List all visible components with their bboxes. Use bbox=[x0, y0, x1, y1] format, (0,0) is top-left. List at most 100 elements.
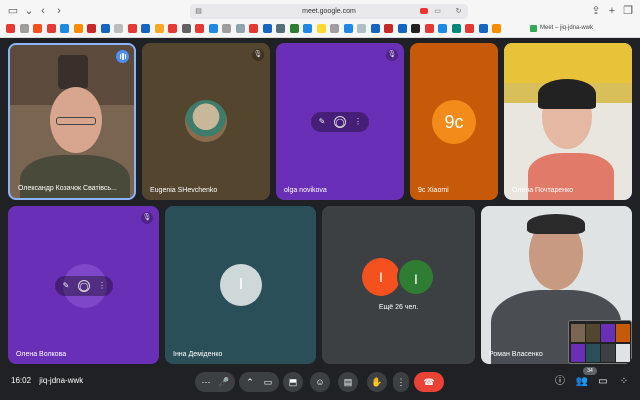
bookmark-favicon-icon[interactable] bbox=[181, 24, 191, 33]
bookmark-favicon-icon[interactable] bbox=[19, 24, 29, 33]
self-view-minimap[interactable] bbox=[568, 320, 632, 364]
bookmark-favicon-icon[interactable] bbox=[330, 24, 339, 33]
new-tab-icon[interactable]: + bbox=[605, 4, 619, 18]
bookmark-favicon-icon[interactable] bbox=[384, 24, 393, 33]
present-icon: ⬒ bbox=[288, 377, 298, 387]
bookmark-favicon-icon[interactable] bbox=[127, 24, 137, 33]
present-button[interactable]: ⬒ bbox=[283, 372, 303, 392]
bookmark-favicon-icon[interactable] bbox=[60, 24, 69, 33]
avatar: І bbox=[362, 258, 400, 296]
camera-in-use-icon[interactable] bbox=[420, 8, 428, 14]
address-bar[interactable]: ▤ meet.google.com ▭ ↻ bbox=[190, 4, 468, 19]
avatar bbox=[185, 100, 227, 142]
bookmark-favicon-icon[interactable] bbox=[316, 24, 326, 33]
participant-tile-eugenia[interactable]: 🎙 Eugenia SHevchenko bbox=[142, 43, 270, 200]
tile-controls: ✎ ◯ ⋮ bbox=[55, 276, 113, 296]
bookmark-favicon-icon[interactable] bbox=[235, 24, 245, 33]
bookmark-favicon-icon[interactable] bbox=[6, 24, 15, 33]
bookmark-favicon-icon[interactable] bbox=[397, 24, 407, 33]
reload-icon[interactable]: ↻ bbox=[454, 7, 463, 16]
emoji-icon: ☺ bbox=[315, 377, 325, 387]
mic-off-icon: 🎙 bbox=[252, 49, 264, 61]
bookmark-favicon-icon[interactable] bbox=[438, 24, 447, 33]
bookmark-favicon-icon[interactable] bbox=[195, 24, 204, 33]
participant-tile-roman-vlasenko[interactable]: Роман Власенко bbox=[481, 206, 632, 364]
participant-name: Інна Деміденко bbox=[173, 351, 223, 358]
participant-name: 9c Xiaomi bbox=[418, 187, 449, 194]
participant-name: Олена Волкова bbox=[16, 351, 67, 358]
bookmark-favicon-icon[interactable] bbox=[343, 24, 353, 33]
raise-hand-button[interactable]: ✋ bbox=[367, 372, 387, 392]
bookmark-favicon-icon[interactable] bbox=[289, 24, 299, 33]
bookmark-favicon-icon[interactable] bbox=[303, 24, 312, 33]
bookmark-favicon-icon[interactable] bbox=[478, 24, 488, 33]
forward-icon[interactable]: › bbox=[52, 4, 66, 18]
more-participants-tile[interactable]: І І Ещё 26 чел. bbox=[322, 206, 475, 364]
participant-name: olga novikova bbox=[284, 187, 327, 194]
bookmark-favicon-icon[interactable] bbox=[73, 24, 83, 33]
tile-controls: ✎ ◯ ⋮ bbox=[311, 112, 369, 132]
mic-group: ⋯ 🎤 bbox=[195, 372, 235, 392]
people-icon[interactable]: 👥 bbox=[575, 375, 589, 389]
share-icon[interactable]: ⇪ bbox=[589, 4, 603, 18]
more-options-button[interactable]: ⋮ bbox=[393, 372, 409, 392]
chevron-down-icon[interactable]: ⌄ bbox=[22, 4, 36, 18]
info-icon[interactable]: ⓘ bbox=[553, 375, 567, 389]
participant-tile-inna-demidenko[interactable]: І Інна Деміденко bbox=[165, 206, 316, 364]
avatar: І bbox=[220, 264, 262, 306]
chat-icon[interactable]: ▭ bbox=[596, 375, 610, 389]
camera-icon[interactable]: ▭ bbox=[261, 372, 275, 392]
bookmark-favicon-icon[interactable] bbox=[451, 24, 461, 33]
bookmark-favicon-icon[interactable] bbox=[411, 24, 420, 33]
bookmark-favicon-icon[interactable] bbox=[114, 24, 123, 33]
tabs-overview-icon[interactable]: ❐ bbox=[621, 4, 635, 18]
participant-tile-oleksandr[interactable]: Олександр Козачок Сватівсь... bbox=[8, 43, 136, 200]
fullscreen-icon[interactable]: ◯ bbox=[334, 116, 346, 128]
bookmark-favicon-icon[interactable] bbox=[154, 24, 164, 33]
more-icon[interactable]: ⋯ bbox=[199, 372, 213, 392]
bookmark-favicon-icon[interactable] bbox=[100, 24, 110, 33]
bookmark-favicon-icon[interactable] bbox=[87, 24, 96, 33]
raise-hand-icon: ✋ bbox=[371, 377, 383, 387]
end-call-icon: ☎ bbox=[423, 377, 435, 387]
bookmark-favicon-icon[interactable] bbox=[357, 24, 366, 33]
mic-off-icon: 🎙 bbox=[386, 49, 398, 61]
bookmark-favicon-icon[interactable] bbox=[492, 24, 501, 33]
avatar: 9c bbox=[432, 100, 476, 144]
mic-options-icon[interactable]: ⌃ bbox=[243, 372, 257, 392]
bookmark-favicon-icon[interactable] bbox=[424, 24, 434, 33]
share-screen-icon[interactable]: ▭ bbox=[433, 7, 442, 16]
bookmark-favicon-icon[interactable] bbox=[46, 24, 56, 33]
participant-tile-olga[interactable]: ✎ ◯ ⋮ 🎙 olga novikova bbox=[276, 43, 404, 200]
activities-icon[interactable]: ⁘ bbox=[617, 375, 631, 389]
avatar: І bbox=[397, 258, 435, 296]
participant-tile-9c-xiaomi[interactable]: 9c 9c Xiaomi bbox=[410, 43, 498, 200]
bookmark-favicon-icon[interactable] bbox=[276, 24, 285, 33]
pin-icon[interactable]: ✎ bbox=[316, 116, 328, 128]
pin-icon[interactable]: ✎ bbox=[60, 280, 72, 292]
participant-tile-olena-pochtarenko[interactable]: Олена Почтаренко bbox=[504, 43, 632, 200]
bookmark-favicon-icon[interactable] bbox=[370, 24, 380, 33]
bookmark-favicon-icon[interactable] bbox=[168, 24, 177, 33]
bookmark-favicon-icon[interactable] bbox=[262, 24, 272, 33]
bookmark-favicon-icon[interactable] bbox=[249, 24, 258, 33]
leave-call-button[interactable]: ☎ bbox=[414, 372, 444, 392]
participant-name: Роман Власенко bbox=[489, 351, 543, 358]
captions-button[interactable]: ▤ bbox=[338, 372, 358, 392]
bookmark-favicon-icon[interactable] bbox=[33, 24, 42, 33]
emoji-button[interactable]: ☺ bbox=[310, 372, 330, 392]
more-vert-icon[interactable]: ⋮ bbox=[96, 280, 108, 292]
participant-tile-olena-volkova[interactable]: ✎ ◯ ⋮ 🎙 Олена Волкова bbox=[8, 206, 159, 364]
bookmark-favicon-icon[interactable] bbox=[465, 24, 474, 33]
bookmark-favicon-icon[interactable] bbox=[208, 24, 218, 33]
back-icon[interactable]: ‹ bbox=[36, 4, 50, 18]
participant-name: Олександр Козачок Сватівсь... bbox=[18, 185, 117, 192]
sidebar-icon[interactable]: ▭ bbox=[6, 4, 20, 18]
bookmark-favicon-icon[interactable] bbox=[141, 24, 150, 33]
fullscreen-icon[interactable]: ◯ bbox=[78, 280, 90, 292]
tab-title[interactable]: Meet – jiq-jdna-wwk bbox=[540, 24, 593, 33]
camera-group: ⌃ ▭ bbox=[239, 372, 279, 392]
bookmark-favicon-icon[interactable] bbox=[222, 24, 231, 33]
mic-icon[interactable]: 🎤 bbox=[217, 372, 231, 392]
more-vert-icon[interactable]: ⋮ bbox=[352, 116, 364, 128]
